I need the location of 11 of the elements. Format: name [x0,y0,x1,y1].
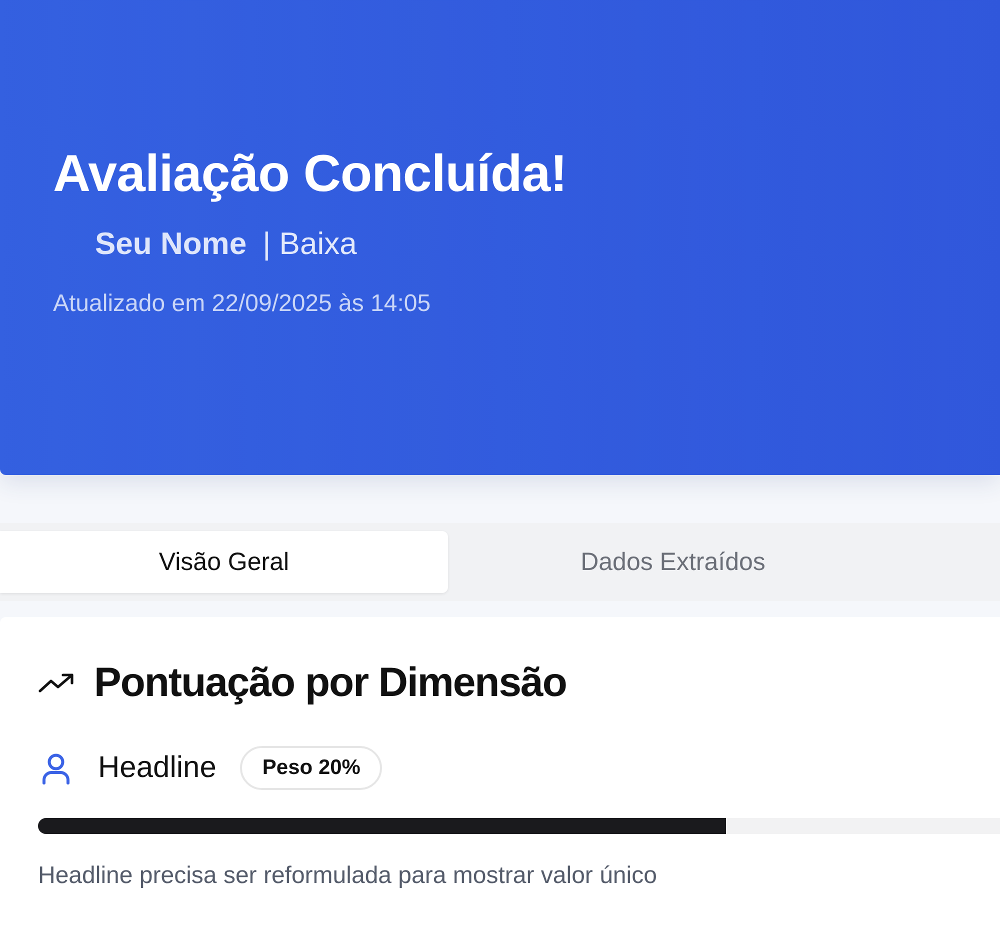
tab[interactable]: Visão Geral [0,531,448,593]
page-title: Avaliação Concluída! [53,144,568,205]
updated-timestamp: Atualizado em 22/09/2025 às 14:05 [53,290,432,318]
dimension-name: Headline [98,751,216,785]
dimension-comment: Headline precisa ser reformulada para mostrar valor único [38,862,658,890]
user-name: Seu Nome [95,226,247,262]
section-title: Pontuação por Dimensão [94,659,566,706]
weight-badge: Peso 20% [240,746,382,790]
trending-up-icon [38,670,76,694]
tab[interactable]: Dados Extraídos [448,531,898,593]
level-label: | Baixa [262,226,357,262]
